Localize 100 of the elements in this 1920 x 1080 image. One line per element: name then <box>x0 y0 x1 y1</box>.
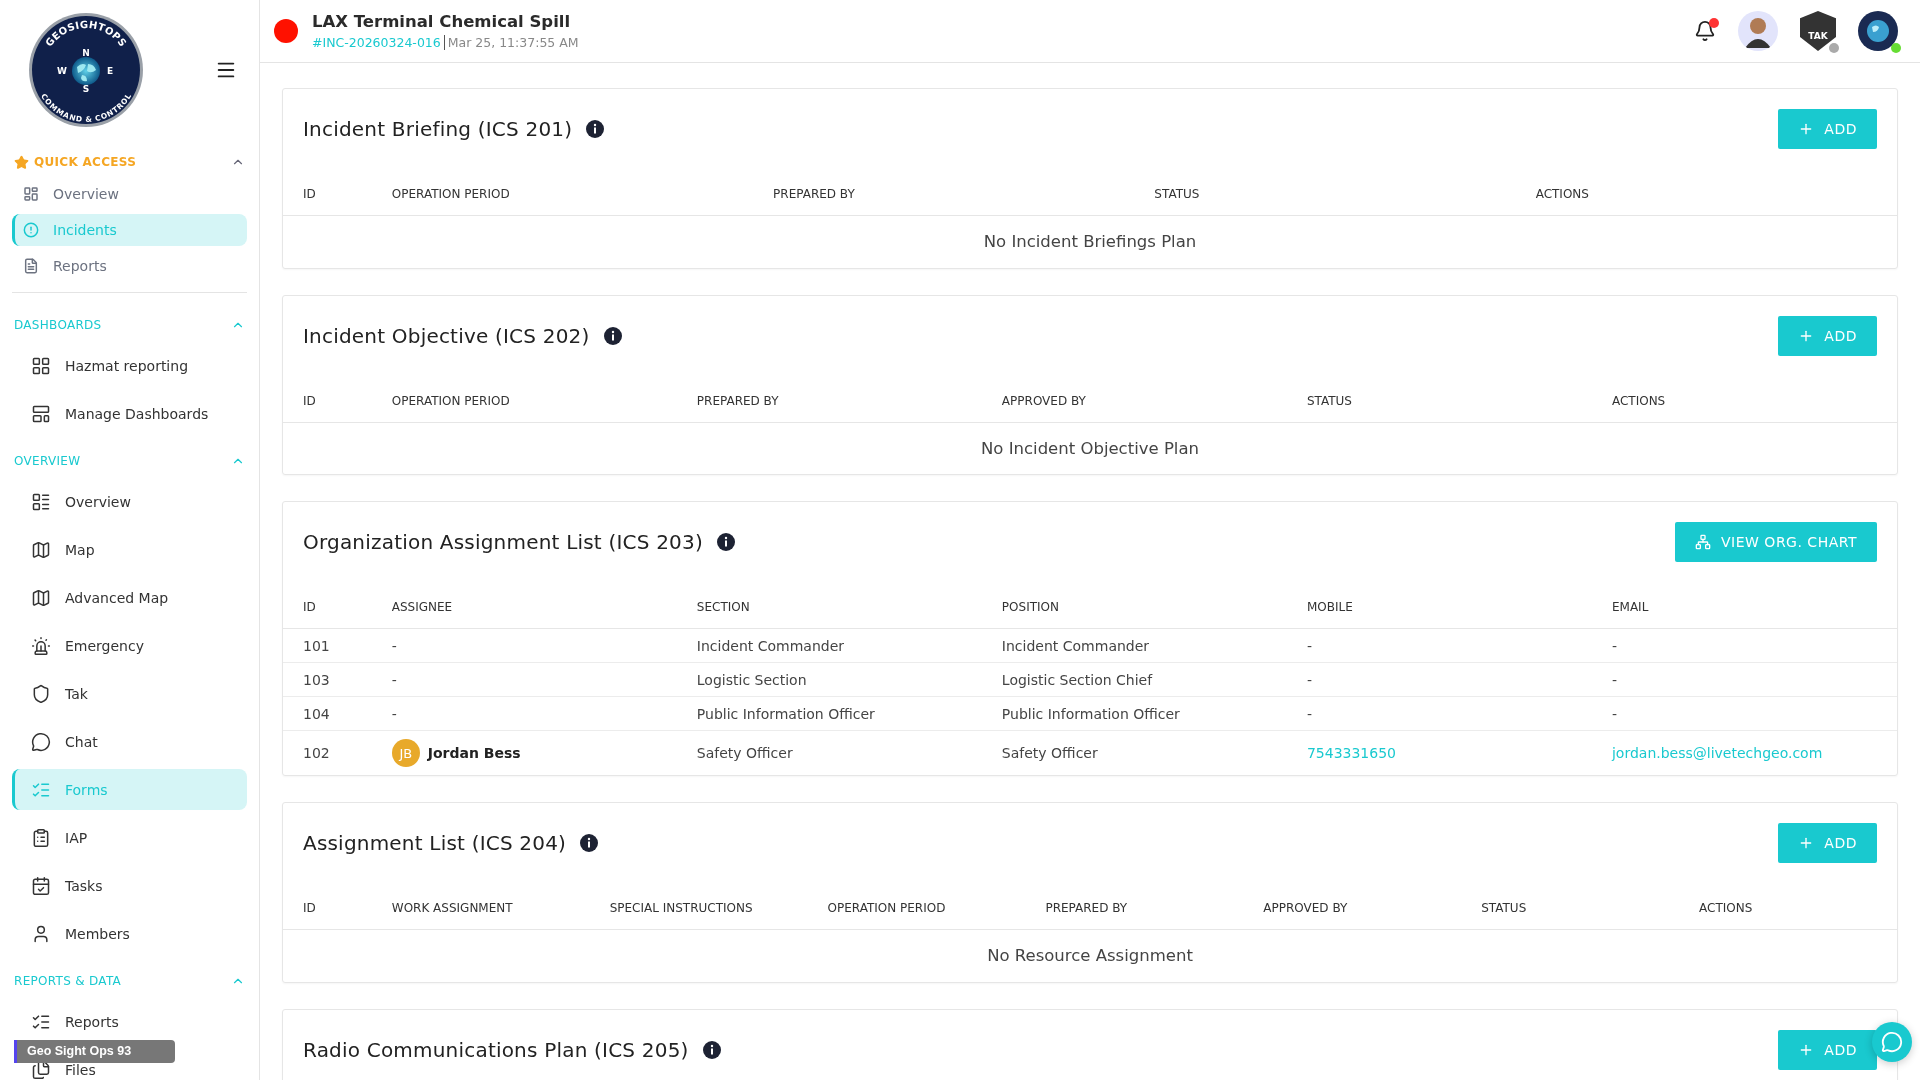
nav-item[interactable]: Overview <box>12 481 247 522</box>
shield-icon <box>31 683 51 704</box>
column-header: ACTIONS <box>1591 375 1897 422</box>
grid-edit-icon <box>31 403 51 424</box>
column-header: ID <box>283 375 372 422</box>
compass-letter: S <box>82 84 90 94</box>
table-cell: - <box>391 637 397 654</box>
nav-item[interactable]: Hazmat reporting <box>12 345 247 386</box>
empty-message: No Incident Briefings Plan <box>283 215 1897 268</box>
table-cell: Safety Officer <box>981 730 1287 775</box>
column-header: ASSIGNEE <box>371 582 677 629</box>
table-cell: Logistic Section <box>676 662 982 697</box>
column-header: APPROVED BY <box>981 375 1287 422</box>
table-cell: - <box>1591 696 1897 731</box>
section-title: OVERVIEW <box>14 454 81 468</box>
nav-item[interactable]: Reports <box>12 250 247 282</box>
tak-badge[interactable]: TAK <box>1800 11 1836 51</box>
table-cell: Public Information Officer <box>676 696 982 731</box>
column-header: ACTIONS <box>1679 883 1897 930</box>
table-cell: - <box>1591 662 1897 697</box>
map-icon <box>31 587 51 608</box>
section-title: QUICK ACCESS <box>34 155 137 169</box>
siren-icon <box>31 635 51 656</box>
info-icon[interactable] <box>586 120 605 138</box>
column-header: MOBILE <box>1286 582 1592 629</box>
column-header: OPERATION PERIOD <box>371 375 677 422</box>
info-icon[interactable] <box>603 326 622 345</box>
grid-icon <box>31 355 51 376</box>
column-header: PREPARED BY <box>753 169 1135 216</box>
info-icon[interactable] <box>580 834 599 852</box>
nav-item[interactable]: Tasks <box>12 865 247 906</box>
notification-bell-icon[interactable] <box>1694 20 1716 42</box>
table-cell: - <box>1286 662 1592 697</box>
incident-time: Mar 25, 11:37:55 AM <box>447 35 579 50</box>
column-header: SPECIAL INSTRUCTIONS <box>589 883 808 930</box>
column-header: APPROVED BY <box>1243 883 1462 930</box>
compass-letter: E <box>106 66 114 76</box>
card-title: Radio Communications Plan (ICS 205) <box>303 1037 689 1062</box>
empty-message: No Resource Assignment <box>283 929 1897 982</box>
table-cell: 103 <box>283 662 372 697</box>
card-title: Assignment List (ICS 204) <box>303 831 567 855</box>
info-icon[interactable] <box>702 1040 721 1059</box>
nav-item[interactable]: Manage Dashboards <box>12 393 247 434</box>
avatar-initials: JB <box>391 739 420 767</box>
list-icon <box>31 491 51 512</box>
column-header: SECTION <box>676 582 982 629</box>
column-header: STATUS <box>1134 169 1516 216</box>
table-cell: 101 <box>283 628 372 663</box>
column-header: ID <box>283 883 372 930</box>
calendar-icon <box>31 875 51 896</box>
section-title: DASHBOARDS <box>14 318 102 332</box>
table-cell: Public Information Officer <box>981 696 1287 731</box>
incident-title: LAX Terminal Chemical Spill <box>312 12 572 31</box>
info-icon[interactable] <box>716 533 735 551</box>
table-cell: 104 <box>283 696 372 731</box>
card-title: Organization Assignment List (ICS 203) <box>303 530 703 554</box>
table-cell: - <box>1591 628 1897 663</box>
table-cell: - <box>1286 696 1592 731</box>
table-cell: Logistic Section Chief <box>981 662 1287 697</box>
org-chart-icon <box>1695 534 1711 550</box>
table-cell: Incident Commander <box>981 628 1287 663</box>
tooltip: Geo Sight Ops 93 <box>14 1040 175 1063</box>
nav-item[interactable]: Reports <box>12 1001 247 1042</box>
card-title: Incident Objective (ICS 202) <box>303 323 590 348</box>
column-header: EMAIL <box>1591 582 1897 629</box>
column-header: STATUS <box>1286 375 1592 422</box>
status-dot <box>274 19 298 43</box>
empty-message: No Incident Objective Plan <box>283 422 1897 474</box>
column-header: POSITION <box>981 582 1287 629</box>
nav-item[interactable]: Overview <box>12 178 247 210</box>
avatar-icon[interactable] <box>1738 11 1778 51</box>
column-header: OPERATION PERIOD <box>371 169 754 216</box>
nav-item[interactable]: Chat <box>12 721 247 762</box>
dashboard-icon <box>23 186 39 202</box>
chat-icon <box>31 731 51 752</box>
nav-item[interactable]: Advanced Map <box>12 577 247 618</box>
column-header: WORK ASSIGNMENT <box>371 883 590 930</box>
nav-item[interactable]: Emergency <box>12 625 247 666</box>
map-icon <box>31 539 51 560</box>
column-header: PREPARED BY <box>676 375 982 422</box>
table-cell: - <box>391 671 397 688</box>
nav-item[interactable]: Tak <box>12 673 247 714</box>
compass-letter: W <box>57 66 67 76</box>
table-cell: Incident Commander <box>676 628 982 663</box>
compass-letter: N <box>82 48 90 58</box>
table-cell: Safety Officer <box>676 730 982 775</box>
card-title: Incident Briefing (ICS 201) <box>303 117 573 141</box>
column-header: ID <box>283 582 372 629</box>
chat-icon <box>1881 1031 1903 1053</box>
column-header: ID <box>283 169 372 216</box>
nav-item[interactable]: IAP <box>12 817 247 858</box>
assignee-name: Jordan Bess <box>427 745 521 761</box>
star-icon <box>14 154 29 170</box>
globe-icon[interactable] <box>1858 11 1898 51</box>
nav-item[interactable]: Map <box>12 529 247 570</box>
column-header: ACTIONS <box>1515 169 1897 216</box>
table-cell: - <box>391 705 397 722</box>
section-title: REPORTS & DATA <box>14 974 122 988</box>
table-cell: - <box>1286 628 1592 663</box>
nav-item[interactable]: Members <box>12 913 247 954</box>
